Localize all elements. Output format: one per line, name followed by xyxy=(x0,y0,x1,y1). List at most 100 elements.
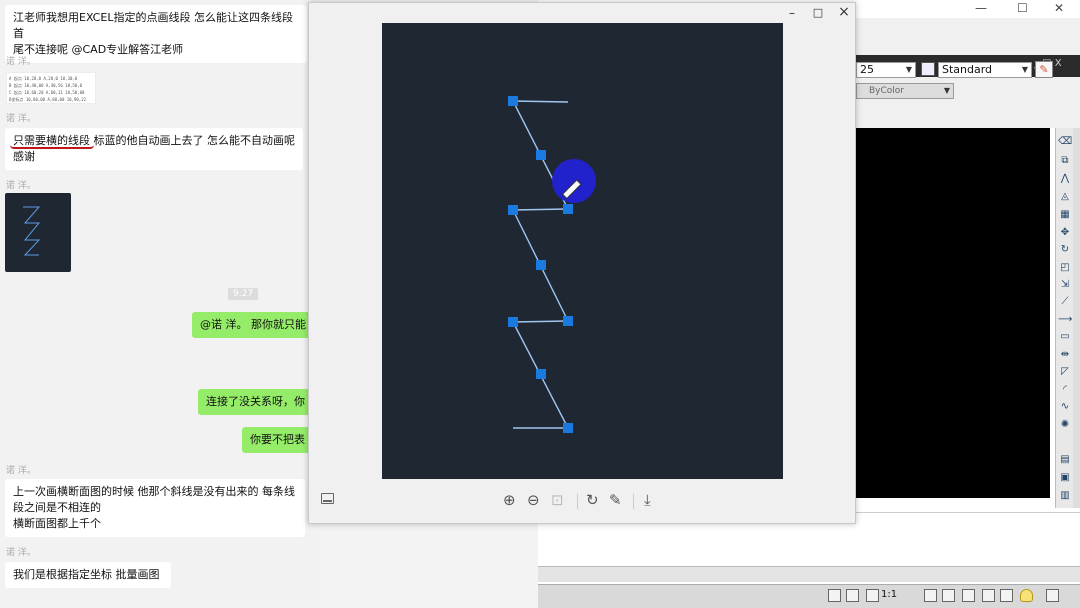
cursor-highlight xyxy=(552,159,596,203)
actual-size-icon[interactable]: ⊡ xyxy=(551,491,564,509)
grip-point[interactable] xyxy=(536,369,546,379)
layer-icon[interactable]: ▤ xyxy=(1058,454,1072,466)
grip-point[interactable] xyxy=(563,204,573,214)
download-icon[interactable]: ⤓ xyxy=(644,491,651,509)
rotate-icon[interactable]: ↻ xyxy=(1058,244,1072,256)
message-text: 感谢 xyxy=(13,150,35,163)
pen-icon[interactable]: ✎ xyxy=(1035,61,1053,78)
dropdown-value: Standard xyxy=(942,63,993,76)
move-icon[interactable]: ✥ xyxy=(1058,227,1072,239)
grip-point[interactable] xyxy=(508,317,518,327)
toolbar-divider xyxy=(577,494,578,509)
zigzag-drawing xyxy=(508,96,596,433)
status-bar: 1:1 xyxy=(538,584,1080,608)
sender-name: 诺 洋。 xyxy=(6,114,36,124)
close-button[interactable]: × xyxy=(837,4,851,20)
zoom-in-icon[interactable]: ⊕ xyxy=(503,491,516,509)
table-row: D坐标点 10,80,00 A,80,00 10,90,22 xyxy=(9,97,87,102)
isolate-objects-icon[interactable] xyxy=(1020,589,1033,602)
maximize-button[interactable]: ☐ xyxy=(1017,1,1028,15)
horizontal-segment xyxy=(512,208,569,211)
message-text: 尾不连接呢 @CAD专业解答江老师 xyxy=(13,43,184,56)
close-button[interactable]: ✕ xyxy=(1054,1,1064,15)
drawing-canvas[interactable] xyxy=(856,128,1050,498)
message-text: 江老师我想用EXCEL指定的点画线段 怎么能让这四条线段首 xyxy=(13,11,293,40)
message-text: 横断面图都上千个 xyxy=(13,517,101,530)
dropdown-value: ByColor xyxy=(869,86,904,96)
message-bubble[interactable]: 上一次画横断面图的时候 他那个斜线是没有出来的 每条线 段之间是不相连的 横断面… xyxy=(5,479,305,537)
scale-icon[interactable]: ◰ xyxy=(1058,262,1072,274)
grip-point[interactable] xyxy=(536,260,546,270)
mirror-icon[interactable]: ⋀ xyxy=(1058,173,1072,185)
toolbar-divider xyxy=(633,494,634,509)
clean-screen-icon[interactable] xyxy=(1046,589,1059,602)
message-text: 上一次画横断面图的时候 他那个斜线是没有出来的 每条线 xyxy=(13,485,295,498)
offset-icon[interactable]: ◬ xyxy=(1058,191,1072,203)
image-canvas[interactable] xyxy=(382,23,783,479)
annotation-scale-icon[interactable] xyxy=(866,589,879,602)
table-row: A 起点 10,20,0 A,20,0 10,30,0 xyxy=(9,76,78,81)
excel-thumbnail[interactable]: A 起点 10,20,0 A,20,0 10,30,0 B 起点 10,40,0… xyxy=(6,72,96,104)
text-style-dropdown[interactable]: Standard ▼ xyxy=(938,62,1032,78)
vertical-scrollbar[interactable] xyxy=(1073,128,1080,508)
array-icon[interactable]: ▦ xyxy=(1058,209,1072,221)
table-row: B 起点 10,40,00 A,40,56 10,50,0 xyxy=(9,83,83,88)
rotate-icon[interactable]: ↻ xyxy=(586,491,599,509)
minimize-button[interactable]: – xyxy=(785,6,799,20)
thumbnail-strip-icon[interactable] xyxy=(321,493,334,504)
grip-point[interactable] xyxy=(508,205,518,215)
grip-point[interactable] xyxy=(536,150,546,160)
auto-scale-icon[interactable] xyxy=(942,589,955,602)
outgoing-message[interactable]: 你要不把表 xyxy=(242,427,312,453)
message-bubble[interactable]: 我们是根据指定坐标 批量画图 xyxy=(5,562,171,588)
trim-icon[interactable]: ⟋ xyxy=(1058,296,1072,308)
layout-tabs[interactable] xyxy=(538,566,1080,582)
blend-icon[interactable]: ∿ xyxy=(1058,401,1072,413)
stretch-icon[interactable]: ⇲ xyxy=(1058,279,1072,291)
horizontal-segment xyxy=(512,320,569,323)
message-text: 段之间是不相连的 xyxy=(13,501,101,514)
zoom-out-icon[interactable]: ⊖ xyxy=(527,491,540,509)
table-row: C 起点 10,60,20 A,60,11 10,50,00 xyxy=(9,90,85,95)
message-bubble[interactable]: 江老师我想用EXCEL指定的点画线段 怎么能让这四条线段首 尾不连接呢 @CAD… xyxy=(5,5,307,63)
properties-icon[interactable]: ▣ xyxy=(1058,472,1072,484)
explode-icon[interactable]: ✺ xyxy=(1058,419,1072,431)
chamfer-icon[interactable]: ◸ xyxy=(1058,366,1072,378)
minimize-button[interactable]: — xyxy=(975,1,987,15)
zigzag-preview xyxy=(23,206,41,256)
outgoing-message[interactable]: 连接了没关系呀，你 xyxy=(198,389,312,415)
sender-name: 诺 洋。 xyxy=(6,466,36,476)
extend-icon[interactable]: ⟶ xyxy=(1058,314,1072,326)
annotation-scale[interactable]: 1:1 xyxy=(881,589,897,600)
maximize-button[interactable]: □ xyxy=(811,6,825,19)
break-icon[interactable]: ▭ xyxy=(1058,331,1072,343)
chevron-down-icon: ▼ xyxy=(1021,65,1028,74)
match-icon[interactable]: ▥ xyxy=(1058,490,1072,502)
lock-icon[interactable] xyxy=(982,589,995,602)
outgoing-message[interactable]: @诺 洋。 那你就只能 xyxy=(192,312,312,338)
scale-dropdown[interactable]: 25 ▼ xyxy=(856,62,916,78)
color-dropdown[interactable]: ByColor ▼ xyxy=(856,83,954,99)
red-underline-annotation xyxy=(10,145,94,149)
drawing-thumbnail[interactable] xyxy=(5,193,71,272)
erase-icon[interactable]: ⌫ xyxy=(1058,136,1072,148)
grip-point[interactable] xyxy=(508,96,518,106)
hardware-accel-icon[interactable] xyxy=(1000,589,1013,602)
message-text-rest: 标蓝的他自动画上去了 怎么能不自动画呢 xyxy=(90,134,295,147)
join-icon[interactable]: ⇹ xyxy=(1058,349,1072,361)
copy-icon[interactable]: ⧉ xyxy=(1058,155,1072,167)
text-style-icon[interactable] xyxy=(921,62,935,76)
fillet-icon[interactable]: ◜ xyxy=(1058,384,1072,396)
chevron-down-icon: ▼ xyxy=(905,65,912,74)
image-viewer-window: – □ × ⊕ ⊖ ⊡ ↻ ✎ ⤓ xyxy=(308,2,856,524)
grip-points xyxy=(508,96,573,433)
edit-pen-icon[interactable]: ✎ xyxy=(609,491,622,509)
grip-point[interactable] xyxy=(563,423,573,433)
grip-point[interactable] xyxy=(563,316,573,326)
modify-toolbar: ⌫ ⧉ ⋀ ◬ ▦ ✥ ↻ ◰ ⇲ ⟋ ⟶ ▭ ⇹ ◸ ◜ ∿ ✺ ▤ ▣ ▥ xyxy=(1055,128,1073,508)
layout-icon[interactable] xyxy=(846,589,859,602)
annotation-visibility-icon[interactable] xyxy=(924,589,937,602)
model-icon[interactable] xyxy=(828,589,841,602)
message-bubble[interactable]: 只需要横的线段 标蓝的他自动画上去了 怎么能不自动画呢 感谢 xyxy=(5,128,303,170)
workspace-gear-icon[interactable] xyxy=(962,589,975,602)
